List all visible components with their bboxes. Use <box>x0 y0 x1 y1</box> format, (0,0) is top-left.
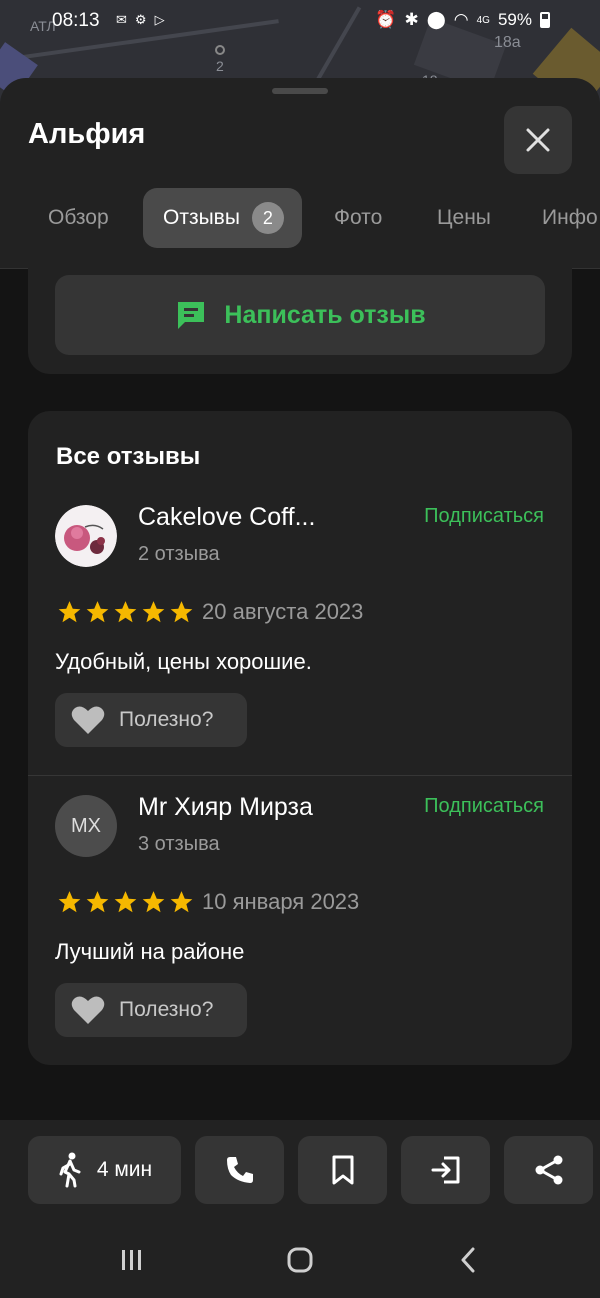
share-button[interactable] <box>504 1136 593 1204</box>
bottom-action-bar: 4 мин <box>0 1120 600 1220</box>
avatar[interactable]: MX <box>55 795 117 857</box>
rating-stars <box>56 889 195 915</box>
bookmark-button[interactable] <box>298 1136 387 1204</box>
star-icon <box>142 601 165 623</box>
subscribe-button[interactable]: Подписаться <box>424 795 544 818</box>
useful-button[interactable]: Полезно? <box>55 983 247 1037</box>
route-button[interactable] <box>401 1136 490 1204</box>
all-reviews-title: Все отзывы <box>56 443 201 470</box>
home-icon <box>287 1247 313 1273</box>
useful-label: Полезно? <box>119 998 214 1021</box>
map-pin <box>215 45 225 55</box>
call-button[interactable] <box>195 1136 284 1204</box>
map-label: 2 <box>216 58 224 74</box>
star-icon <box>86 891 109 913</box>
bluetooth-icon: ✱ <box>404 10 419 29</box>
tab-info[interactable]: Инфо <box>542 188 598 248</box>
avatar[interactable] <box>55 505 117 567</box>
heart-icon <box>71 706 105 734</box>
rating-stars <box>56 599 195 625</box>
reviews-content[interactable]: Написать отзыв Все отзывы Cakelove Coff.… <box>0 259 600 1124</box>
tab-bar: Обзор Отзывы 2 Фото Цены Инфо <box>0 188 600 268</box>
star-icon <box>114 891 137 913</box>
battery-percent: 59% <box>497 10 532 29</box>
review-text: Лучший на районе <box>55 939 245 964</box>
avatar-initials: MX <box>71 814 101 837</box>
star-icon <box>86 601 109 623</box>
subscribe-button[interactable]: Подписаться <box>424 505 544 528</box>
walk-route-button[interactable]: 4 мин <box>28 1136 181 1204</box>
comment-icon <box>178 302 205 329</box>
tab-reviews[interactable]: Отзывы 2 <box>143 188 302 248</box>
review-divider <box>28 775 572 776</box>
home-button[interactable] <box>280 1242 320 1278</box>
star-icon <box>170 601 193 623</box>
status-right: ⏰ ✱ ⬤ ◠ 4G 59% <box>375 10 550 30</box>
walk-icon <box>59 1152 81 1188</box>
heart-icon <box>71 996 105 1024</box>
place-sheet: Альфия Обзор Отзывы 2 Фото Цены Инфо Нап… <box>0 78 600 1298</box>
walk-time: 4 мин <box>96 1158 153 1181</box>
phone-icon <box>226 1157 253 1183</box>
write-review-button[interactable]: Написать отзыв <box>55 275 545 355</box>
play-icon: ▷ <box>154 12 165 27</box>
review-author[interactable]: Cakelove Coff... <box>138 503 315 532</box>
star-icon <box>170 891 193 913</box>
location-icon: ⬤ <box>426 10 446 29</box>
star-icon <box>58 891 81 913</box>
review-date: 20 августа 2023 <box>202 599 364 624</box>
star-icon <box>58 601 81 623</box>
mail-icon: ✉ <box>116 12 127 27</box>
star-icon <box>114 601 137 623</box>
status-time: 08:13 <box>52 10 100 31</box>
useful-button[interactable]: Полезно? <box>55 693 247 747</box>
settings-icon: ⚙ <box>134 12 147 27</box>
star-icon <box>142 891 165 913</box>
back-icon <box>461 1247 475 1273</box>
back-button[interactable] <box>448 1242 488 1278</box>
avatar-image <box>55 505 117 567</box>
tab-overview[interactable]: Обзор <box>48 188 109 248</box>
battery-icon <box>540 12 550 28</box>
place-title: Альфия <box>28 118 146 150</box>
review-author[interactable]: Mr Хияр Мирза <box>138 793 313 822</box>
useful-label: Полезно? <box>119 708 214 731</box>
review-author-count: 3 отзыва <box>138 833 220 855</box>
recents-button[interactable] <box>112 1242 152 1278</box>
enter-icon <box>431 1156 459 1184</box>
tab-photos[interactable]: Фото <box>334 188 382 248</box>
write-review-label: Написать отзыв <box>224 300 426 329</box>
status-bar: 08:13 ✉ ⚙ ▷ ⏰ ✱ ⬤ ◠ 4G 59% <box>0 0 600 44</box>
recents-icon <box>122 1250 141 1270</box>
review-author-count: 2 отзыва <box>138 543 220 565</box>
close-button[interactable] <box>504 106 572 174</box>
drag-handle[interactable] <box>272 88 328 94</box>
review-text: Удобный, цены хорошие. <box>55 649 312 674</box>
wifi-icon: ◠ <box>453 10 469 29</box>
all-reviews-card: Все отзывы Cakelove Coff... 2 отзыва Под… <box>28 411 572 1065</box>
share-icon <box>535 1155 562 1185</box>
reviews-count-badge: 2 <box>251 202 284 234</box>
write-review-card: Написать отзыв <box>28 259 572 374</box>
tab-prices[interactable]: Цены <box>437 188 491 248</box>
system-nav-bar <box>0 1220 600 1298</box>
alarm-icon: ⏰ <box>375 10 397 29</box>
close-icon <box>526 128 550 152</box>
signal-icon: 4G <box>476 14 490 26</box>
status-notification-icons: ✉ ⚙ ▷ <box>116 12 165 28</box>
review-date: 10 января 2023 <box>202 889 360 914</box>
bookmark-icon <box>332 1155 353 1185</box>
